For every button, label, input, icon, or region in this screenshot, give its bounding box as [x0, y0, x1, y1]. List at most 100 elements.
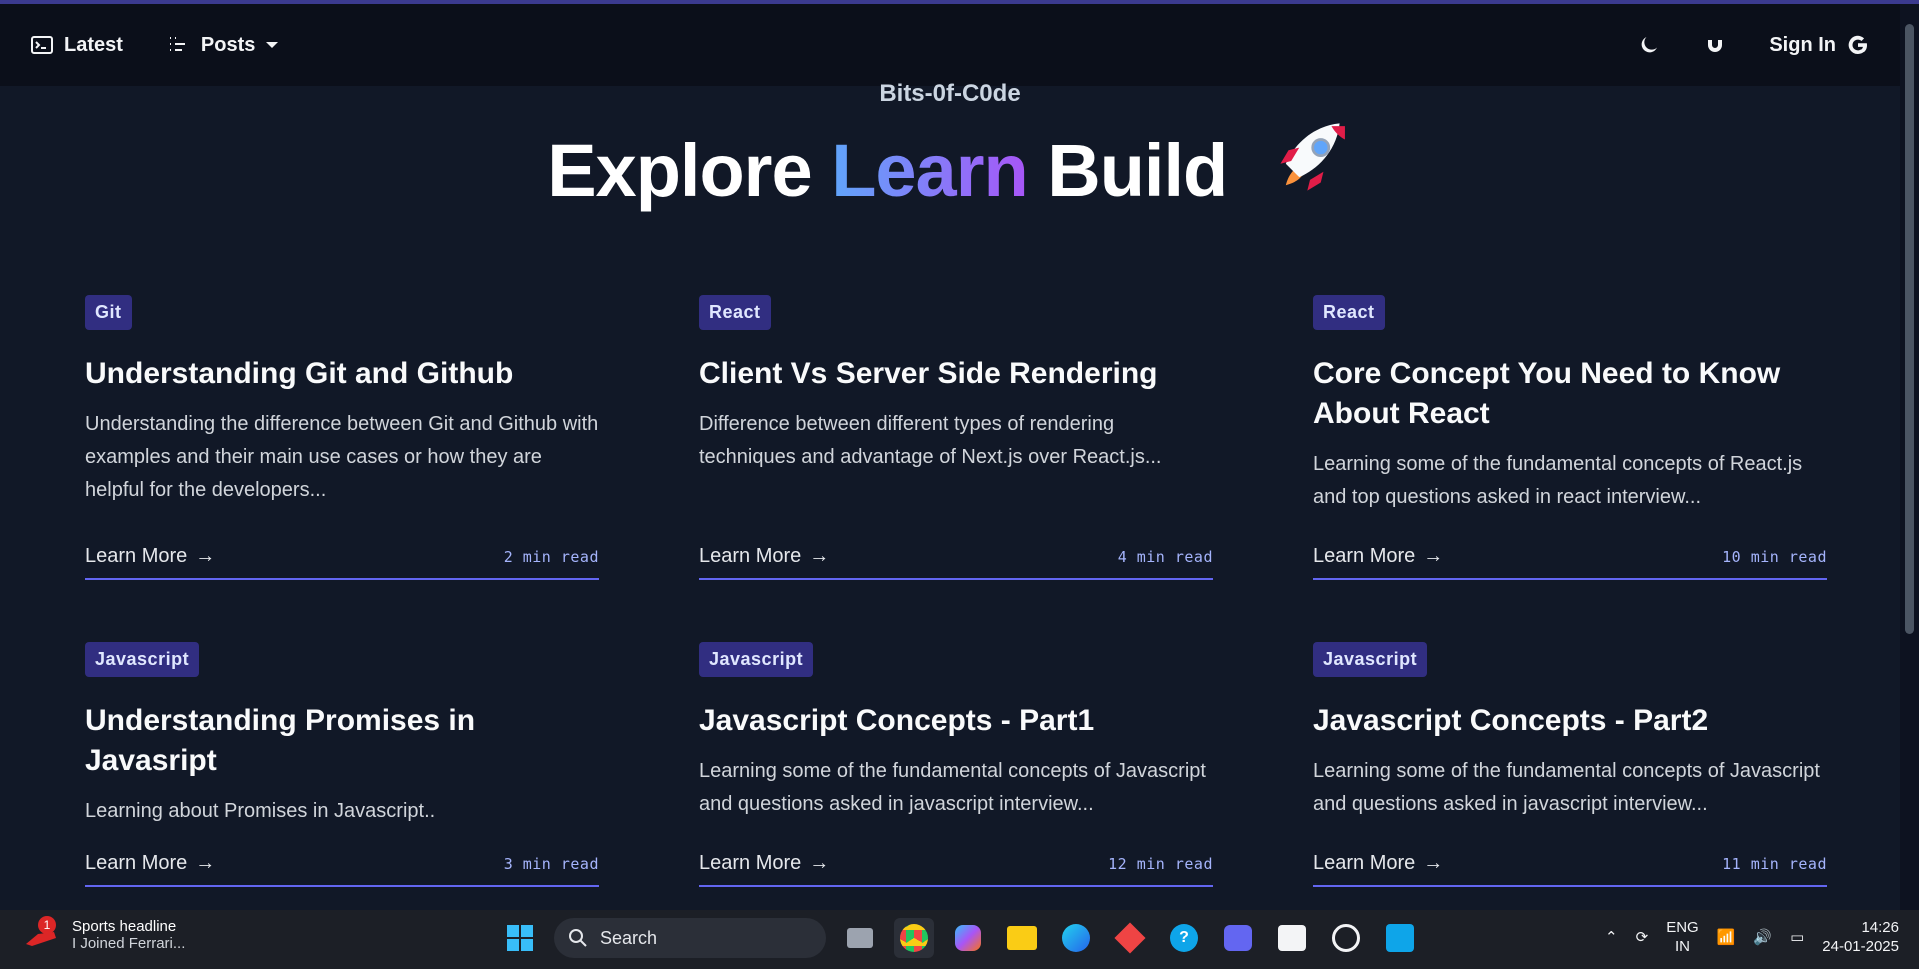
post-description: Learning about Promises in Javascript.. — [85, 800, 436, 822]
post-title[interactable]: Understanding Git and Github — [85, 354, 599, 394]
clock-date: 24-01-2025 — [1822, 938, 1899, 955]
post-tag[interactable]: Javascript — [1313, 642, 1428, 677]
post-description: Learning some of the fundamental concept… — [1313, 760, 1820, 815]
nav-posts-dropdown[interactable]: Posts — [167, 33, 279, 57]
post-footer: Learn More → 4 min read — [699, 545, 1213, 580]
post-title[interactable]: Core Concept You Need to Know About Reac… — [1313, 354, 1827, 434]
terminal-icon — [31, 36, 53, 54]
chrome-icon[interactable] — [894, 918, 934, 958]
hero-word-explore: Explore — [547, 129, 812, 212]
app-diamond-icon[interactable] — [1110, 918, 1150, 958]
site-name: Bits-0f-C0de — [879, 80, 1021, 107]
hero-word-build: Build — [1047, 129, 1228, 212]
read-time: 3 min read — [503, 854, 599, 873]
copilot-icon[interactable] — [948, 918, 988, 958]
news-thumbnail: 1 — [24, 916, 58, 952]
post-footer: Learn More → 11 min read — [1313, 852, 1827, 887]
post-card: Javascript Javascript Concepts - Part1 L… — [699, 642, 1213, 887]
language-indicator[interactable]: ENG IN — [1666, 918, 1699, 956]
learn-more-link[interactable]: Learn More → — [85, 545, 215, 568]
volume-icon[interactable]: 🔊 — [1753, 928, 1772, 946]
news-subtitle: I Joined Ferrari... — [72, 935, 186, 952]
store-icon[interactable] — [1272, 918, 1312, 958]
post-title[interactable]: Client Vs Server Side Rendering — [699, 354, 1213, 394]
read-time: 10 min read — [1722, 547, 1827, 566]
learn-more-label: Learn More — [1313, 852, 1416, 874]
arrow-right-icon: → — [1423, 545, 1444, 567]
post-title[interactable]: Javascript Concepts - Part2 — [1313, 701, 1827, 741]
post-card: Javascript Understanding Promises in Jav… — [85, 642, 599, 887]
post-tag[interactable]: Git — [85, 295, 132, 330]
google-icon — [1848, 35, 1868, 55]
post-tag[interactable]: React — [1313, 295, 1385, 330]
system-tray: ⌃ ⟳ ENG IN 📶 🔊 ▭ 14:26 24-01-2025 — [1605, 918, 1899, 956]
read-time: 11 min read — [1722, 854, 1827, 873]
learn-more-link[interactable]: Learn More → — [699, 852, 829, 875]
post-description: Learning some of the fundamental concept… — [1313, 453, 1803, 508]
news-widget[interactable]: 1 Sports headline I Joined Ferrari... — [24, 916, 186, 952]
page-scrollbar[interactable] — [1900, 4, 1919, 910]
learn-more-link[interactable]: Learn More → — [699, 545, 829, 568]
nav-posts-label: Posts — [200, 33, 256, 56]
sync-icon[interactable]: ⟳ — [1636, 928, 1649, 946]
clock-time: 14:26 — [1861, 919, 1899, 936]
chatgpt-icon[interactable] — [1326, 918, 1366, 958]
arrow-right-icon: → — [1423, 852, 1444, 874]
learn-more-label: Learn More — [699, 852, 802, 874]
taskbar-apps: Search ? — [500, 918, 1420, 958]
scrollbar-thumb[interactable] — [1905, 24, 1914, 634]
learn-more-label: Learn More — [85, 852, 188, 874]
post-tag[interactable]: Javascript — [699, 642, 814, 677]
learn-more-link[interactable]: Learn More → — [85, 852, 215, 875]
post-footer: Learn More → 2 min read — [85, 545, 599, 580]
windows-taskbar: 1 Sports headline I Joined Ferrari... Se… — [0, 910, 1919, 969]
learn-more-label: Learn More — [85, 545, 188, 567]
battery-icon[interactable]: ▭ — [1790, 928, 1804, 946]
post-description: Difference between different types of re… — [699, 413, 1162, 468]
teams-icon[interactable] — [1218, 918, 1258, 958]
sign-in-button[interactable]: Sign In — [1769, 33, 1870, 57]
learn-more-label: Learn More — [1313, 545, 1416, 567]
lang-bottom: IN — [1674, 938, 1690, 955]
start-button[interactable] — [500, 918, 540, 958]
post-tag[interactable]: Javascript — [85, 642, 200, 677]
taskbar-search[interactable]: Search — [554, 918, 826, 958]
help-icon[interactable]: ? — [1164, 918, 1204, 958]
post-footer: Learn More → 3 min read — [85, 852, 599, 887]
clock[interactable]: 14:26 24-01-2025 — [1822, 918, 1899, 956]
nav-latest-label: Latest — [64, 33, 123, 56]
post-footer: Learn More → 12 min read — [699, 852, 1213, 887]
post-footer: Learn More → 10 min read — [1313, 545, 1827, 580]
hero-heading: Explore Learn Build — [0, 118, 1900, 213]
hero-word-learn: Learn — [831, 129, 1029, 212]
navbar: Latest Posts Sign In — [0, 4, 1900, 86]
edge-icon[interactable] — [1056, 918, 1096, 958]
post-card: React Core Concept You Need to Know Abou… — [1313, 295, 1827, 580]
arrow-right-icon: → — [195, 545, 216, 567]
vscode-icon[interactable] — [1380, 918, 1420, 958]
post-card: Javascript Javascript Concepts - Part2 L… — [1313, 642, 1827, 887]
arrow-right-icon: → — [195, 852, 216, 874]
post-card: Git Understanding Git and Github Underst… — [85, 295, 599, 580]
nav-latest[interactable]: Latest — [30, 33, 123, 57]
windows-icon — [507, 925, 533, 951]
moon-icon[interactable] — [1637, 33, 1661, 57]
chevron-up-icon[interactable]: ⌃ — [1605, 928, 1618, 946]
sign-in-label: Sign In — [1769, 33, 1836, 56]
task-view-icon[interactable] — [840, 918, 880, 958]
learn-more-link[interactable]: Learn More → — [1313, 852, 1443, 875]
post-description: Learning some of the fundamental concept… — [699, 760, 1206, 815]
post-description: Understanding the difference between Git… — [85, 413, 599, 501]
post-title[interactable]: Javascript Concepts - Part1 — [699, 701, 1213, 741]
arrow-right-icon: → — [809, 545, 830, 567]
magnet-icon[interactable] — [1703, 33, 1727, 57]
wifi-icon[interactable]: 📶 — [1717, 928, 1736, 946]
list-icon — [169, 37, 185, 51]
file-explorer-icon[interactable] — [1002, 918, 1042, 958]
post-tag[interactable]: React — [699, 295, 771, 330]
learn-more-link[interactable]: Learn More → — [1313, 545, 1443, 568]
post-title[interactable]: Understanding Promises in Javasript — [85, 701, 599, 781]
read-time: 4 min read — [1117, 547, 1213, 566]
search-icon — [569, 929, 587, 947]
news-badge: 1 — [38, 916, 56, 934]
